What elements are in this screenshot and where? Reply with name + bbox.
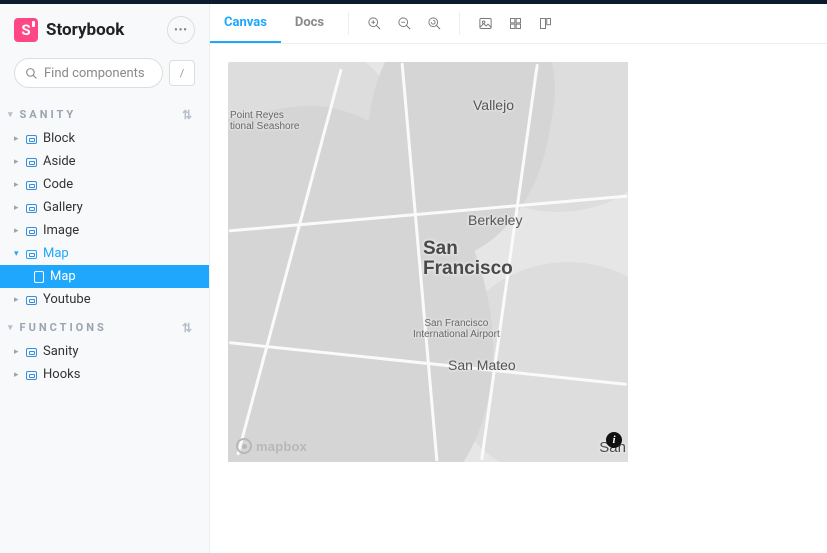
component-icon <box>26 204 37 213</box>
caret-right-icon: ▸ <box>14 203 24 213</box>
sidebar-item-label: Block <box>43 131 75 146</box>
grid-icon <box>508 16 523 31</box>
sidebar-item-label: Hooks <box>43 367 80 382</box>
caret-right-icon: ▸ <box>14 370 24 380</box>
map-label-berkeley: Berkeley <box>468 212 522 228</box>
component-icon <box>26 250 37 259</box>
search-shortcut-key: / <box>169 60 195 86</box>
background-button[interactable] <box>470 4 500 43</box>
sidebar-item-label: Image <box>43 223 79 238</box>
zoom-out-button[interactable] <box>389 4 419 43</box>
mapbox-logo-icon <box>236 438 252 454</box>
map-label-vallejo: Vallejo <box>473 97 514 113</box>
story-icon <box>34 271 44 283</box>
group-label: Functions <box>20 321 107 334</box>
sidebar-item-block[interactable]: ▸ Block <box>0 127 209 150</box>
caret-down-icon: ▾ <box>8 110 16 120</box>
map-label-point-reyes: Point Reyestional Seashore <box>230 110 300 132</box>
map-label-san-mateo: San Mateo <box>448 357 516 373</box>
caret-right-icon: ▸ <box>14 157 24 167</box>
map-attribution-text: mapbox <box>256 439 307 454</box>
sidebar-item-sanity[interactable]: ▸ Sanity <box>0 340 209 363</box>
search-input[interactable]: Find components <box>14 58 163 88</box>
separator <box>348 12 349 35</box>
sidebar-item-label: Map <box>43 246 69 261</box>
sidebar-item-code[interactable]: ▸ Code <box>0 173 209 196</box>
zoom-reset-button[interactable] <box>419 4 449 43</box>
component-icon <box>26 181 37 190</box>
toolbar: Canvas Docs <box>210 4 827 44</box>
caret-right-icon: ▸ <box>14 347 24 357</box>
sidebar-item-label: Aside <box>43 154 76 169</box>
sidebar-item-label: Sanity <box>43 344 79 359</box>
canvas-area: Point Reyestional Seashore Vallejo Berke… <box>210 44 827 553</box>
component-icon <box>26 135 37 144</box>
sidebar: S Storybook ••• Find components / ▾ Sani… <box>0 4 210 553</box>
sidebar-item-youtube[interactable]: ▸ Youtube <box>0 288 209 311</box>
zoom-in-button[interactable] <box>359 4 389 43</box>
group-header-functions[interactable]: ▾ Functions ⇅ <box>0 311 209 340</box>
caret-right-icon: ▸ <box>14 134 24 144</box>
sidebar-menu-button[interactable]: ••• <box>167 16 195 44</box>
grid-button[interactable] <box>500 4 530 43</box>
map-info-button[interactable]: i <box>606 432 622 448</box>
viewport-button[interactable] <box>530 4 560 43</box>
group-header-sanity[interactable]: ▾ Sanity ⇅ <box>0 98 209 127</box>
caret-down-icon: ▾ <box>14 249 24 259</box>
zoom-in-icon <box>367 16 382 31</box>
map-label-sfo: San FranciscoInternational Airport <box>413 318 500 340</box>
caret-down-icon: ▾ <box>8 323 16 333</box>
caret-right-icon: ▸ <box>14 226 24 236</box>
sidebar-item-image[interactable]: ▸ Image <box>0 219 209 242</box>
viewport-icon <box>538 16 553 31</box>
sidebar-item-map[interactable]: ▾ Map <box>0 242 209 265</box>
tab-canvas[interactable]: Canvas <box>210 4 281 43</box>
storybook-logo: S <box>14 18 38 42</box>
sidebar-story-map[interactable]: Map <box>0 265 209 288</box>
search-placeholder: Find components <box>44 66 145 81</box>
component-icon <box>26 348 37 357</box>
zoom-reset-icon <box>427 16 442 31</box>
search-icon <box>25 67 38 80</box>
map-component[interactable]: Point Reyestional Seashore Vallejo Berke… <box>228 62 628 462</box>
sidebar-item-gallery[interactable]: ▸ Gallery <box>0 196 209 219</box>
component-icon <box>26 227 37 236</box>
brand-name: Storybook <box>46 20 167 40</box>
main-panel: Canvas Docs <box>210 4 827 553</box>
sidebar-item-label: Map <box>50 269 76 284</box>
zoom-out-icon <box>397 16 412 31</box>
map-label-san-francisco: SanFrancisco <box>423 239 513 279</box>
sort-icon[interactable]: ⇅ <box>182 111 195 119</box>
component-icon <box>26 158 37 167</box>
sidebar-item-aside[interactable]: ▸ Aside <box>0 150 209 173</box>
brand-row: S Storybook ••• <box>0 16 209 58</box>
sidebar-item-label: Code <box>43 177 73 192</box>
sidebar-item-label: Youtube <box>43 292 91 307</box>
tab-docs[interactable]: Docs <box>281 4 338 43</box>
separator <box>459 12 460 35</box>
sort-icon[interactable]: ⇅ <box>182 324 195 332</box>
sidebar-item-label: Gallery <box>43 200 83 215</box>
group-label: Sanity <box>20 108 77 121</box>
image-icon <box>478 16 493 31</box>
sidebar-item-hooks[interactable]: ▸ Hooks <box>0 363 209 386</box>
component-icon <box>26 371 37 380</box>
component-icon <box>26 296 37 305</box>
caret-right-icon: ▸ <box>14 180 24 190</box>
map-attribution[interactable]: mapbox <box>236 438 307 454</box>
caret-right-icon: ▸ <box>14 295 24 305</box>
